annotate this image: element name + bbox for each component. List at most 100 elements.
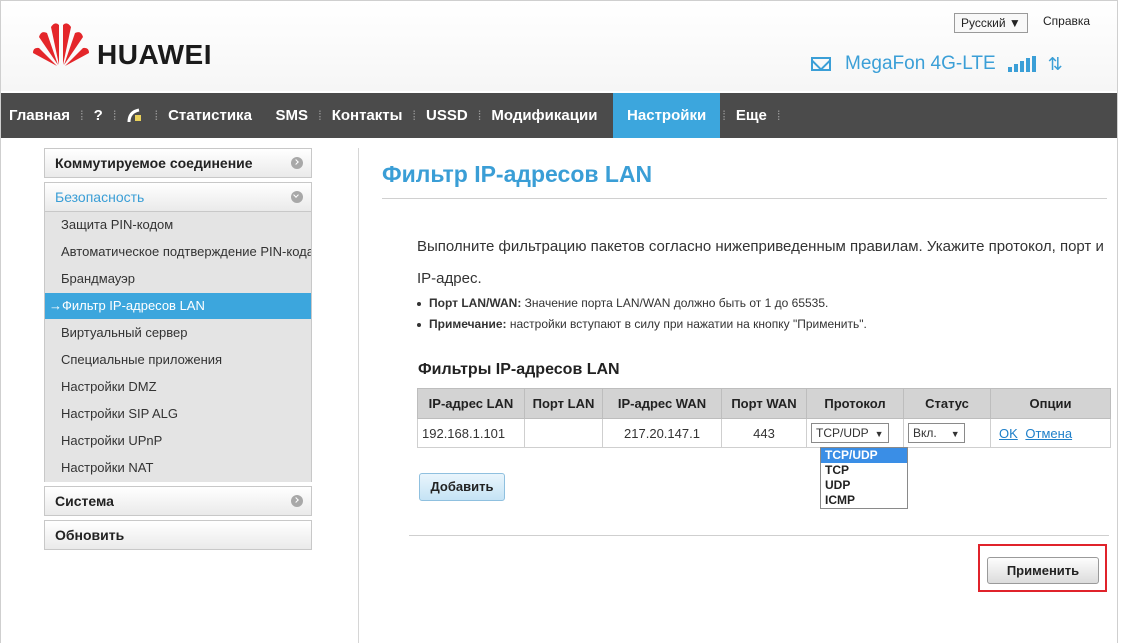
table-header-row: IP-адрес LAN Порт LAN IP-адрес WAN Порт … bbox=[417, 388, 1111, 419]
note-port: Порт LAN/WAN: Значение порта LAN/WAN дол… bbox=[417, 293, 867, 314]
operator-status: MegaFon 4G-LTE ⇅ bbox=[811, 49, 1063, 79]
title-divider bbox=[382, 198, 1107, 199]
cell-status: Вкл. ▼ bbox=[903, 418, 991, 448]
nav-separator: ⁞ bbox=[477, 108, 482, 123]
sidebar-dialup-label: Коммутируемое соединение bbox=[55, 155, 253, 171]
cell-port-wan[interactable]: 443 bbox=[721, 418, 807, 448]
notes-list: Порт LAN/WAN: Значение порта LAN/WAN дол… bbox=[417, 293, 867, 335]
chevron-down-icon: ▼ bbox=[874, 429, 884, 439]
cell-port-lan[interactable] bbox=[524, 418, 603, 448]
main-content: Фильтр IP-адресов LAN Выполните фильтрац… bbox=[382, 148, 1112, 592]
sidebar-item-upnp[interactable]: Настройки UPnP bbox=[45, 428, 311, 455]
sidebar-item-dmz[interactable]: Настройки DMZ bbox=[45, 374, 311, 401]
content-divider bbox=[358, 148, 359, 643]
nav-more[interactable]: Еще bbox=[728, 93, 775, 138]
page-description: Выполните фильтрацию пакетов согласно ни… bbox=[417, 238, 1104, 287]
main-nav: Главная ⁞ ? ⁞ ⁞ Статистика SMS ⁞ Контакт… bbox=[1, 93, 1117, 138]
status-value: Вкл. bbox=[913, 426, 937, 440]
nav-help[interactable]: ? bbox=[86, 93, 111, 138]
operator-name: MegaFon 4G-LTE bbox=[845, 53, 996, 74]
sidebar-item-sip-alg[interactable]: Настройки SIP ALG bbox=[45, 401, 311, 428]
settings-sidebar: Коммутируемое соединение Безопасность За… bbox=[44, 148, 312, 554]
nav-statistics[interactable]: Статистика bbox=[160, 93, 260, 138]
huawei-petals-icon bbox=[33, 23, 89, 66]
nav-separator: ⁞ bbox=[80, 108, 84, 123]
nav-contacts[interactable]: Контакты bbox=[324, 93, 411, 138]
sidebar-security[interactable]: Безопасность bbox=[44, 182, 312, 212]
nav-separator: ⁞ bbox=[154, 108, 159, 123]
nav-separator: ⁞ bbox=[412, 108, 417, 123]
status-select[interactable]: Вкл. ▼ bbox=[908, 423, 965, 443]
header-strip: HUAWEI Русский ▼ Справка MegaFon 4G-LTE … bbox=[1, 1, 1117, 91]
note-apply-text: настройки вступают в силу при нажатии на… bbox=[506, 317, 867, 331]
note-port-text: Значение порта LAN/WAN должно быть от 1 … bbox=[521, 296, 829, 310]
cell-protocol: TCP/UDP ▼ bbox=[806, 418, 904, 448]
col-ip-wan: IP-адрес WAN bbox=[602, 388, 722, 419]
satellite-icon bbox=[127, 108, 142, 122]
protocol-option-udp[interactable]: UDP bbox=[821, 478, 907, 493]
note-port-label: Порт LAN/WAN: bbox=[429, 296, 522, 310]
language-select[interactable]: Русский ▼ bbox=[954, 13, 1028, 33]
col-status: Статус bbox=[903, 388, 991, 419]
sidebar-item-lan-ip-filter[interactable]: →Фильтр IP-адресов LAN bbox=[45, 293, 311, 320]
cell-ip-lan[interactable]: 192.168.1.101 bbox=[417, 418, 525, 448]
protocol-value: TCP/UDP bbox=[816, 426, 869, 440]
col-port-lan: Порт LAN bbox=[524, 388, 603, 419]
note-apply-label: Примечание: bbox=[429, 317, 507, 331]
huawei-logo[interactable]: HUAWEI bbox=[31, 19, 251, 79]
ok-link[interactable]: OK bbox=[999, 426, 1018, 441]
protocol-select[interactable]: TCP/UDP ▼ bbox=[811, 423, 889, 443]
sidebar-system-label: Система bbox=[55, 493, 114, 509]
nav-separator bbox=[605, 108, 613, 123]
data-transfer-icon: ⇅ bbox=[1047, 53, 1063, 74]
nav-ussd[interactable]: USSD bbox=[418, 93, 476, 138]
cell-ip-wan[interactable]: 217.20.147.1 bbox=[602, 418, 722, 448]
col-port-wan: Порт WAN bbox=[721, 388, 807, 419]
brand-name: HUAWEI bbox=[97, 39, 212, 70]
nav-modifications[interactable]: Модификации bbox=[483, 93, 605, 138]
cancel-link[interactable]: Отмена bbox=[1025, 426, 1072, 441]
nav-satellite[interactable] bbox=[118, 93, 152, 138]
protocol-option-tcpudp[interactable]: TCP/UDP bbox=[821, 448, 907, 463]
protocol-option-tcp[interactable]: TCP bbox=[821, 463, 907, 478]
nav-home[interactable]: Главная bbox=[1, 93, 78, 138]
nav-separator: ⁞ bbox=[318, 108, 322, 123]
sidebar-update[interactable]: Обновить bbox=[44, 520, 312, 550]
protocol-dropdown: TCP/UDP TCP UDP ICMP bbox=[820, 447, 908, 509]
nav-separator bbox=[260, 108, 268, 123]
help-link[interactable]: Справка bbox=[1043, 14, 1090, 28]
apply-button[interactable]: Применить bbox=[987, 557, 1099, 584]
mail-icon[interactable] bbox=[811, 57, 831, 71]
sidebar-system[interactable]: Система bbox=[44, 486, 312, 516]
sidebar-item-firewall[interactable]: Брандмауэр bbox=[45, 266, 311, 293]
chevron-down-icon: ▼ bbox=[950, 429, 960, 439]
sidebar-item-virtual-server[interactable]: Виртуальный сервер bbox=[45, 320, 311, 347]
sidebar-item-special-apps[interactable]: Специальные приложения bbox=[45, 347, 311, 374]
nav-separator: ⁞ bbox=[722, 108, 726, 123]
security-submenu: Защита PIN-кодом Автоматическое подтверж… bbox=[44, 212, 312, 482]
signal-icon bbox=[1007, 56, 1036, 72]
nav-separator: ⁞ bbox=[776, 108, 781, 123]
page-title: Фильтр IP-адресов LAN bbox=[382, 161, 653, 187]
sidebar-item-pin-protection[interactable]: Защита PIN-кодом bbox=[45, 212, 311, 239]
sidebar-update-label: Обновить bbox=[55, 527, 125, 543]
filter-table: IP-адрес LAN Порт LAN IP-адрес WAN Порт … bbox=[417, 388, 1111, 448]
col-ip-lan: IP-адрес LAN bbox=[417, 388, 525, 419]
nav-separator: ⁞ bbox=[112, 108, 117, 123]
nav-sms[interactable]: SMS bbox=[268, 93, 317, 138]
sidebar-security-label: Безопасность bbox=[55, 189, 145, 205]
filters-subtitle: Фильтры IP-адресов LAN bbox=[418, 361, 620, 378]
table-row: 192.168.1.101 217.20.147.1 443 TCP/UDP ▼ … bbox=[417, 418, 1111, 448]
protocol-option-icmp[interactable]: ICMP bbox=[821, 493, 907, 508]
cell-options: OK Отмена bbox=[990, 418, 1111, 448]
col-options: Опции bbox=[990, 388, 1111, 419]
nav-settings[interactable]: Настройки bbox=[613, 93, 721, 138]
add-button[interactable]: Добавить bbox=[419, 473, 505, 501]
col-protocol: Протокол bbox=[806, 388, 904, 419]
expand-icon bbox=[291, 495, 303, 507]
sidebar-item-nat[interactable]: Настройки NAT bbox=[45, 455, 311, 482]
sidebar-dialup[interactable]: Коммутируемое соединение bbox=[44, 148, 312, 178]
expand-icon bbox=[291, 157, 303, 169]
note-apply: Примечание: настройки вступают в силу пр… bbox=[417, 314, 867, 335]
sidebar-item-auto-pin[interactable]: Автоматическое подтверждение PIN-кода bbox=[45, 239, 311, 266]
